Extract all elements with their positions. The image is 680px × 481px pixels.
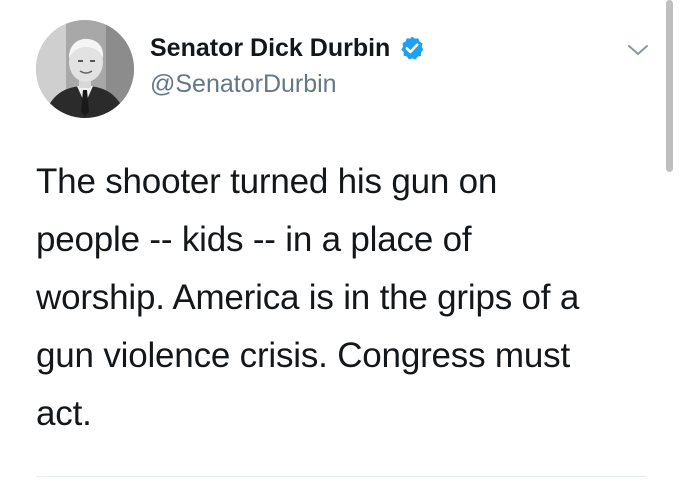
tweet-text-line: act. xyxy=(36,394,92,433)
avatar-photo xyxy=(36,20,134,118)
tweet-card: Senator Dick Durbin @SenatorDurbin The s… xyxy=(0,0,680,481)
avatar[interactable] xyxy=(36,20,134,118)
divider xyxy=(36,476,646,477)
tweet-text-line: people -- kids -- in a place of xyxy=(36,220,472,259)
tweet-text-line: The shooter turned his gun on xyxy=(36,162,498,201)
author-name-row: Senator Dick Durbin xyxy=(150,32,425,64)
tweet-text-line: gun violence crisis. Congress must xyxy=(36,336,570,375)
chevron-down-icon[interactable] xyxy=(624,40,652,60)
tweet-text: The shooter turned his gun on people -- … xyxy=(36,153,646,443)
tweet-text-line: worship. America is in the grips of a xyxy=(36,278,580,317)
scrollbar[interactable] xyxy=(666,0,673,172)
verified-badge-icon xyxy=(399,35,425,61)
author-display-name[interactable]: Senator Dick Durbin xyxy=(150,34,390,63)
author-handle[interactable]: @SenatorDurbin xyxy=(150,70,337,99)
